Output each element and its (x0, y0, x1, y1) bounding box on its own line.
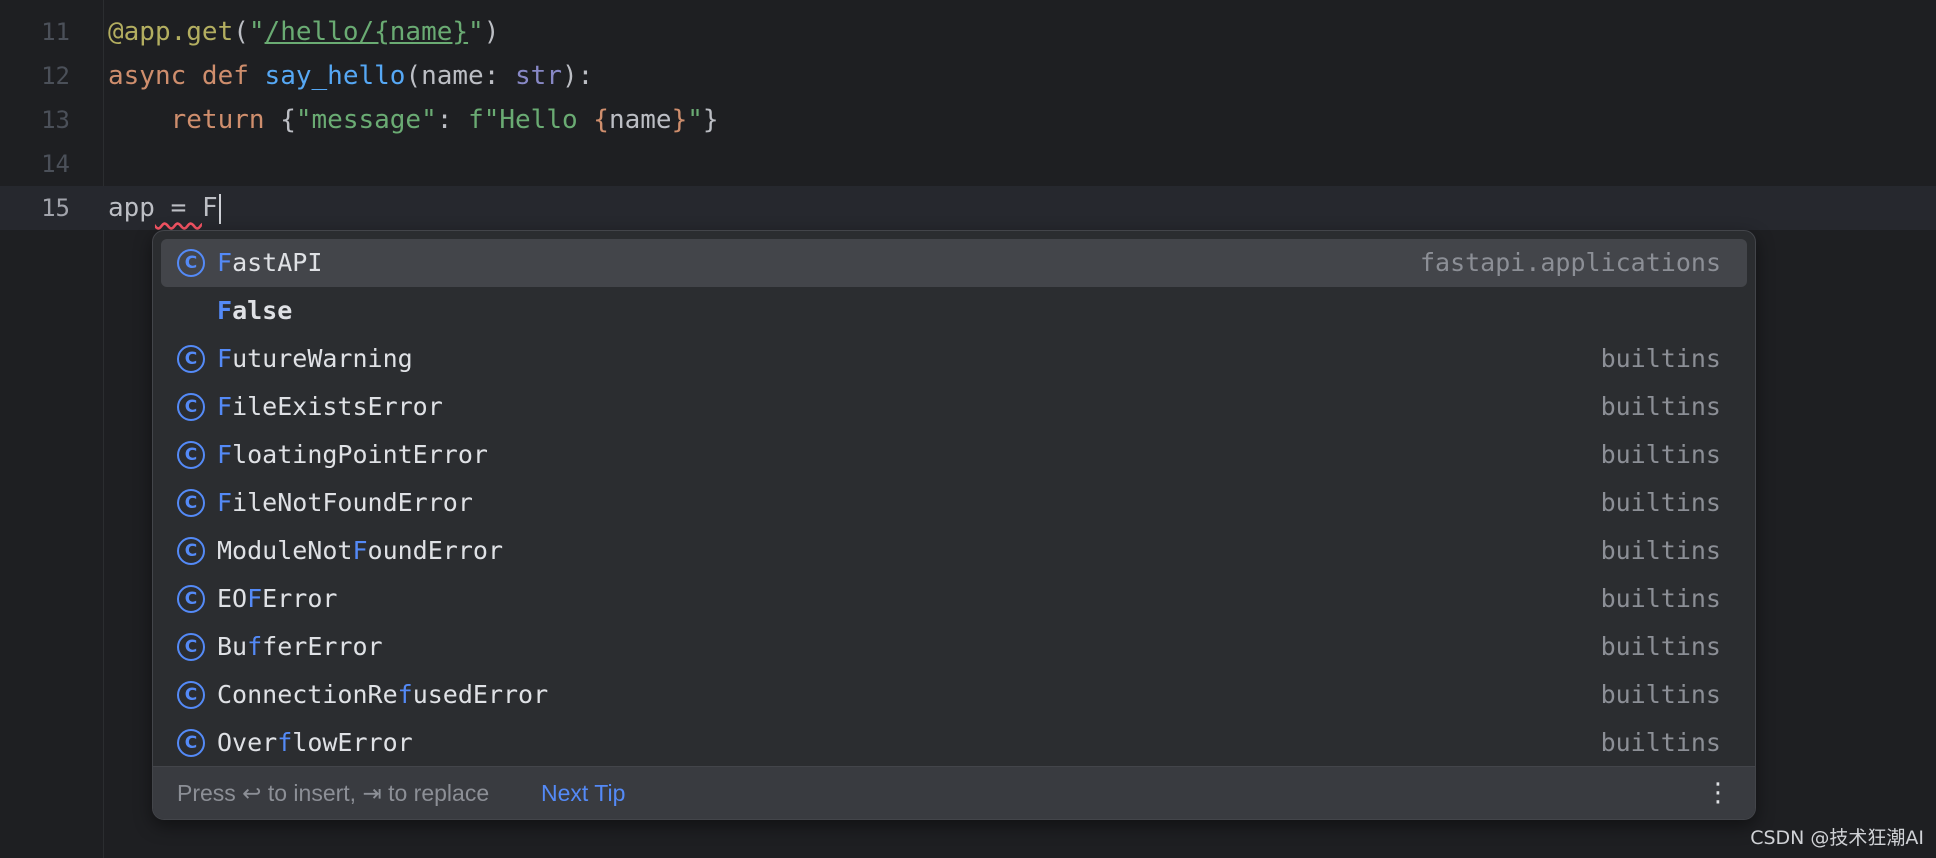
code-line[interactable]: 15 app = F (0, 186, 1936, 230)
code-token: /hello/{name} (264, 17, 469, 47)
class-icon: C (177, 585, 205, 613)
completion-popup: C FastAPI fastapi.applications False C Future… (152, 230, 1756, 820)
completion-item-source: builtins (1600, 392, 1721, 421)
code-token: ): (561, 61, 594, 91)
completion-item[interactable]: C FileExistsError builtins (161, 383, 1747, 431)
code-token: "message" (295, 105, 437, 135)
match-highlight: F (217, 440, 233, 469)
class-icon: C (177, 393, 205, 421)
completion-item-source: builtins (1600, 584, 1721, 613)
completion-item-name: OverflowError (217, 728, 413, 757)
next-tip-link[interactable]: Next Tip (541, 767, 625, 819)
code-line[interactable]: 12 async def say_hello(name: str): (0, 54, 1936, 98)
completion-footer: Press ↩ to insert, ⇥ to replace Next Tip… (153, 766, 1755, 819)
code-token: say_hello (264, 61, 406, 91)
completion-item[interactable]: C BufferError builtins (161, 623, 1747, 671)
class-icon: C (177, 537, 205, 565)
line-number: 12 (41, 62, 70, 90)
code-token: async def (108, 61, 265, 91)
completion-item-name: False (217, 296, 293, 325)
match-highlight: f (397, 680, 413, 709)
code-token: " (248, 17, 265, 47)
more-options-icon[interactable]: ⋮ (1705, 767, 1731, 819)
code-token: ( (233, 17, 249, 47)
code-token: : (436, 105, 469, 135)
code-line[interactable]: 11 @app.get("/hello/{name}") (0, 10, 1936, 54)
match-highlight: f (277, 728, 293, 757)
completion-item[interactable]: C FutureWarning builtins (161, 335, 1747, 383)
line-number: 14 (41, 150, 70, 178)
text-caret (218, 193, 221, 224)
match-highlight: F (217, 488, 233, 517)
completion-item-source: fastapi.applications (1419, 248, 1721, 277)
code-token: return (170, 105, 281, 135)
code-token: { (280, 105, 296, 135)
match-highlight: F (247, 584, 263, 613)
completion-item-name: FileNotFoundError (217, 488, 473, 517)
completion-item-source: builtins (1600, 536, 1721, 565)
completion-item[interactable]: C ConnectionRefusedError builtins (161, 671, 1747, 719)
code-token: " (687, 105, 703, 135)
match-highlight: F (217, 248, 233, 277)
code-token: = (154, 193, 202, 223)
match-highlight: F (352, 536, 368, 565)
class-icon: C (177, 345, 205, 373)
insert-hint: Press ↩ to insert, ⇥ to replace (177, 780, 490, 806)
match-highlight: F (217, 392, 233, 421)
code-text[interactable]: @app.get("/hello/{name}") (108, 10, 499, 54)
completion-item-name: EOFError (217, 584, 338, 613)
line-number: 11 (41, 18, 70, 46)
class-icon: C (177, 441, 205, 469)
code-text[interactable]: app = F (108, 186, 221, 230)
line-number: 15 (41, 194, 70, 222)
completion-item-name: FloatingPointError (217, 440, 488, 469)
class-icon: C (177, 633, 205, 661)
code-line[interactable]: 13 return {"message": f"Hello {name}"} (0, 98, 1936, 142)
completion-item-name: FileExistsError (217, 392, 443, 421)
code-token: } (671, 105, 688, 135)
code-token: F (201, 193, 218, 223)
class-icon: C (177, 249, 205, 277)
completion-item-source: builtins (1600, 488, 1721, 517)
completion-item-source: builtins (1600, 680, 1721, 709)
code-token: str (515, 61, 562, 91)
code-text[interactable]: return {"message": f"Hello {name}"} (108, 98, 719, 142)
completion-item-source: builtins (1600, 440, 1721, 469)
class-icon: C (177, 729, 205, 757)
completion-item[interactable]: C FloatingPointError builtins (161, 431, 1747, 479)
match-highlight: f (247, 632, 263, 661)
completion-item[interactable]: C FastAPI fastapi.applications (161, 239, 1747, 287)
completion-item-name: FutureWarning (217, 344, 413, 373)
code-token: name (608, 105, 672, 135)
completion-item-source: builtins (1600, 632, 1721, 661)
completion-item[interactable]: False (161, 287, 1747, 335)
match-highlight: F (217, 344, 233, 373)
completion-item[interactable]: C OverflowError builtins (161, 719, 1747, 767)
watermark: CSDN @技术狂潮AI (1750, 827, 1924, 849)
code-line[interactable]: 14 (0, 142, 1936, 186)
code-token: " (468, 17, 484, 47)
completion-item[interactable]: C ModuleNotFoundError builtins (161, 527, 1747, 575)
code-token: { (593, 105, 609, 135)
completion-item-name: BufferError (217, 632, 383, 661)
code-token: } (702, 105, 719, 135)
code-token: ) (483, 17, 500, 47)
code-token: f"Hello (468, 105, 594, 135)
completion-item-source: builtins (1600, 728, 1721, 757)
code-token: (name: (405, 61, 516, 91)
completion-item-name: ConnectionRefusedError (217, 680, 549, 709)
completion-item-name: ModuleNotFoundError (217, 536, 503, 565)
class-icon: C (177, 489, 205, 517)
code-token: app (108, 193, 155, 223)
class-icon: C (177, 681, 205, 709)
code-token: @app.get (108, 17, 234, 47)
completion-item-name: FastAPI (217, 248, 323, 277)
line-number: 13 (41, 106, 70, 134)
completion-item[interactable]: C FileNotFoundError builtins (161, 479, 1747, 527)
match-highlight: F (217, 296, 233, 325)
completion-item-source: builtins (1600, 344, 1721, 373)
code-text[interactable]: async def say_hello(name: str): (108, 54, 593, 98)
completion-item[interactable]: C EOFError builtins (161, 575, 1747, 623)
